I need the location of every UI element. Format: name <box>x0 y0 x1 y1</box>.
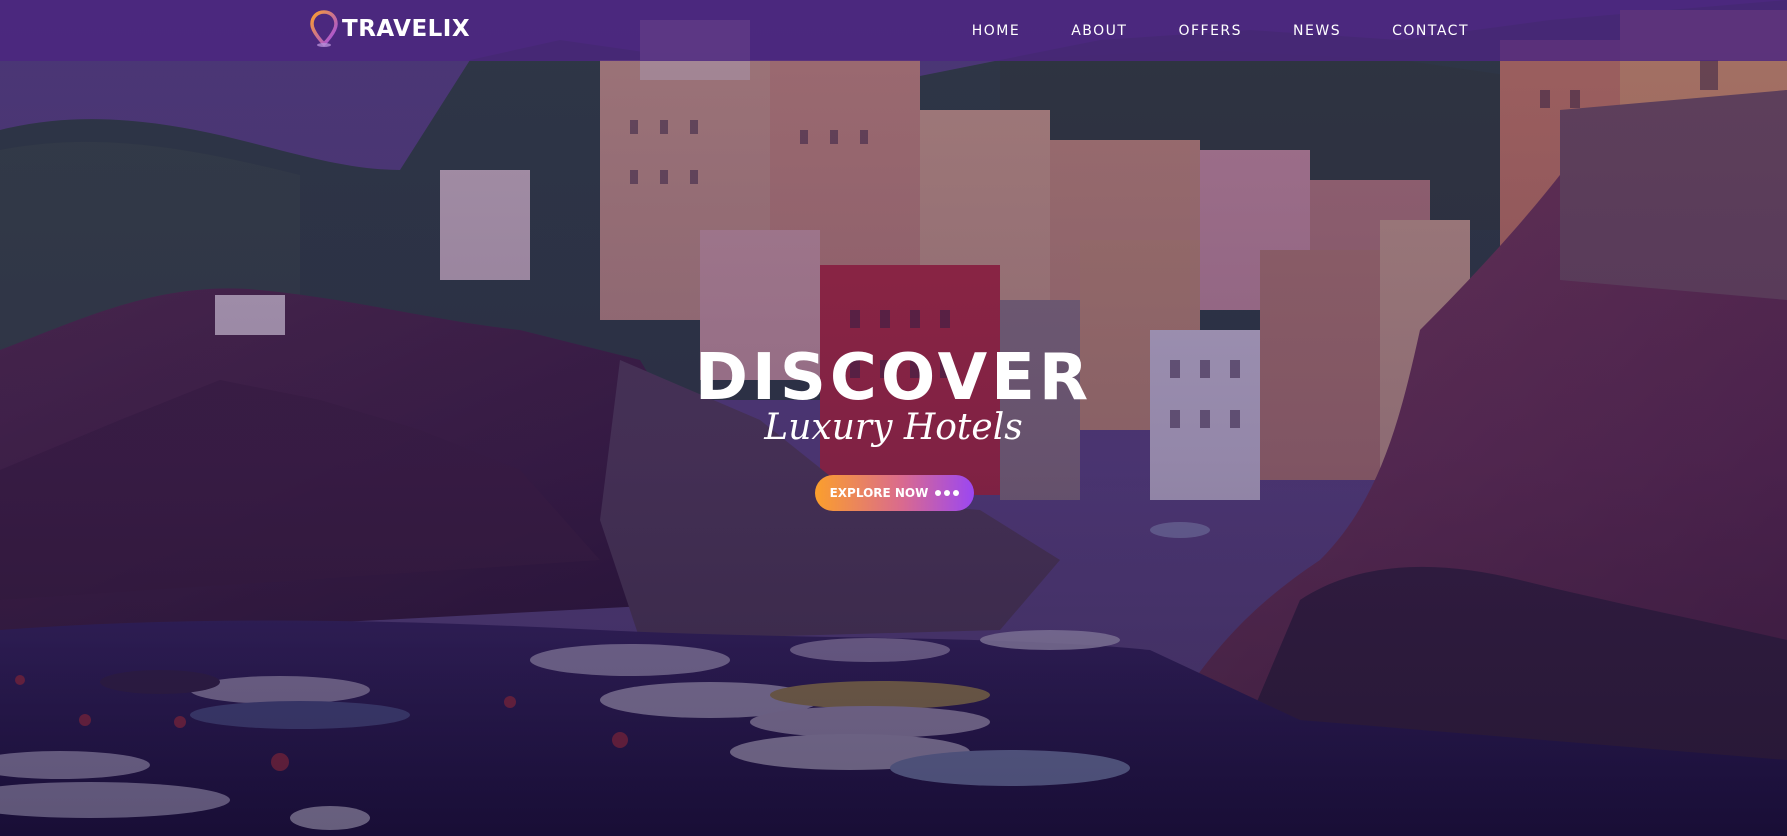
map-pin-icon <box>310 10 338 48</box>
nav-item-home[interactable]: HOME <box>972 23 1020 39</box>
nav-item-offers[interactable]: OFFERS <box>1178 23 1242 39</box>
nav-item-about[interactable]: ABOUT <box>1071 23 1127 39</box>
hero-content: DISCOVER Luxury Hotels <box>0 340 1787 448</box>
main-nav: HOME ABOUT OFFERS NEWS CONTACT <box>921 0 1469 61</box>
site-logo[interactable]: TRAVELIX <box>310 9 470 49</box>
nav-item-contact[interactable]: CONTACT <box>1392 23 1469 39</box>
dots-icon <box>935 490 960 496</box>
hero-title: DISCOVER <box>694 341 1093 415</box>
explore-now-label: EXPLORE NOW <box>829 486 929 500</box>
top-navbar: TRAVELIX HOME ABOUT OFFERS NEWS CONTACT <box>0 0 1787 61</box>
logo-text: TRAVELIX <box>342 16 471 42</box>
explore-now-button[interactable]: EXPLORE NOW <box>815 475 974 511</box>
nav-item-news[interactable]: NEWS <box>1293 23 1341 39</box>
hero-subtitle: Luxury Hotels <box>764 407 1023 448</box>
